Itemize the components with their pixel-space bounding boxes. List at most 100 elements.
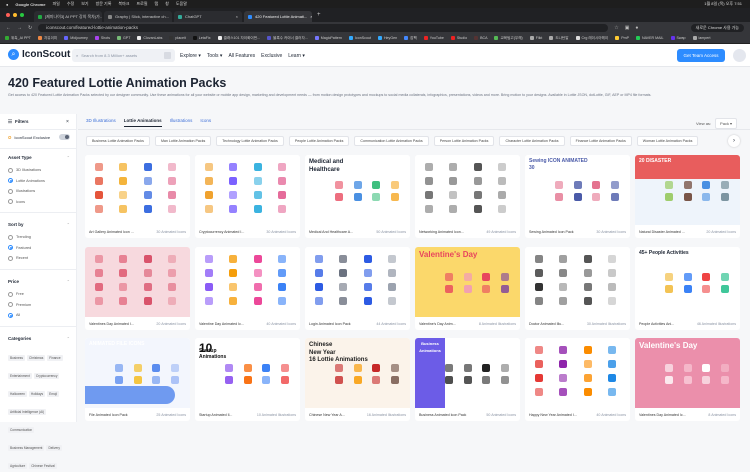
pack-card[interactable]: 10StartupAnimationsStartup Animated Il..…	[195, 338, 300, 421]
pack-thumbnail[interactable]	[525, 247, 630, 317]
os-menu-item[interactable]: Google Chrome	[15, 2, 45, 7]
pack-thumbnail[interactable]: ANIMATED FILE ICONS	[85, 338, 190, 408]
category-tag[interactable]: Christmas	[27, 355, 45, 361]
category-tag[interactable]: Communication	[8, 427, 34, 433]
pack-title[interactable]: Art Gallery Animated Icon ...	[89, 230, 134, 234]
bookmark-item[interactable]: Swap	[671, 36, 686, 40]
category-tag[interactable]: Artificial Intelligence (AI)	[8, 409, 46, 415]
bookmark-item[interactable]: HeyGen	[378, 36, 397, 40]
bookmark-item[interactable]: PmP	[615, 36, 629, 40]
category-chip[interactable]: Finance Lottie Animation Packs	[570, 136, 632, 146]
profile-icon[interactable]: ●	[635, 25, 638, 31]
os-menu-item[interactable]: 창	[165, 1, 169, 7]
bookmark-item[interactable]: BCA	[474, 36, 487, 40]
pack-title[interactable]: Natural Disaster Animated ...	[639, 230, 685, 234]
pack-title[interactable]: Login Animated Icon Pack	[309, 322, 351, 326]
category-chip[interactable]: People Lottie Animation Packs	[289, 136, 350, 146]
radio-button[interactable]	[8, 189, 13, 194]
bookmark-item[interactable]: GPT	[117, 36, 130, 40]
bookmark-item[interactable]: Flikt	[530, 36, 543, 40]
pack-card[interactable]: Valentine's DayValentine's Day Anim...8 …	[415, 247, 520, 330]
search-input[interactable]: ⌕Search from 8.3 Million+ assets	[72, 49, 175, 62]
radio-button[interactable]	[8, 302, 13, 307]
pack-thumbnail[interactable]	[85, 247, 190, 317]
pack-thumbnail[interactable]	[85, 155, 190, 225]
pack-title[interactable]: Medical And Healthcare A...	[309, 230, 353, 234]
nav-item[interactable]: All Features	[228, 53, 255, 59]
pack-card[interactable]: Doctor Animated Illu...30 Animated Illus…	[525, 247, 630, 330]
pack-thumbnail[interactable]: BusinessAnimations	[415, 338, 520, 408]
pack-thumbnail[interactable]	[195, 247, 300, 317]
pack-card[interactable]: Happy New Year Animated I...40 Animated …	[525, 338, 630, 421]
pack-card[interactable]: Art Gallery Animated Icon ...30 Animated…	[85, 155, 190, 238]
category-chip[interactable]: Man Lottie Animation Packs	[155, 136, 211, 146]
pack-card[interactable]: ANIMATED FILE ICONSFile Animated Icon Pa…	[85, 338, 190, 421]
tab-icons[interactable]: Icons	[200, 118, 211, 127]
pack-card[interactable]: Valentine Day Animated Ic...40 Animated …	[195, 247, 300, 330]
pack-card[interactable]: Medical andHealthcareMedical And Healthc…	[305, 155, 410, 238]
os-menu-item[interactable]: 보기	[81, 1, 88, 7]
radio-button[interactable]	[8, 199, 13, 204]
pack-title[interactable]: Networking Animated Icon...	[419, 230, 464, 234]
nav-item[interactable]: Tools ▾	[207, 53, 223, 59]
new-tab-icon[interactable]: +	[317, 12, 321, 18]
pack-title[interactable]: Cryptocurrency Animated I...	[199, 230, 244, 234]
bookmark-item[interactable]: Shots	[95, 36, 110, 40]
pack-card[interactable]: Cryptocurrency Animated I...30 Animated …	[195, 155, 300, 238]
pack-thumbnail[interactable]: 45+ People Activities	[635, 247, 740, 317]
pack-card[interactable]: 20 DISASTER Natural Disaster Animated ...…	[635, 155, 740, 238]
window-controls[interactable]	[6, 13, 24, 17]
chips-next-button[interactable]: ›	[728, 135, 740, 147]
avatar[interactable]	[733, 49, 746, 62]
extensions-icon[interactable]: ▣	[625, 25, 630, 31]
browser-tab[interactable]: ChatGPT×	[174, 11, 242, 22]
radio-option[interactable]: Recent	[8, 253, 70, 264]
pack-thumbnail[interactable]: ChineseNew Year16 Lottie Animations	[305, 338, 410, 408]
pack-card[interactable]: Valentine's DayValentines Day Animated I…	[635, 338, 740, 421]
radio-option[interactable]: Icons	[8, 197, 70, 208]
pack-thumbnail[interactable]: Sewing ICON ANIMATED30	[525, 155, 630, 225]
radio-button[interactable]	[8, 245, 13, 250]
pack-title[interactable]: Startup Animated Il...	[199, 413, 232, 417]
radio-option[interactable]: Illustrations	[8, 186, 70, 197]
bookmark-item[interactable]: MagicPattern	[315, 36, 342, 40]
bookmark-item[interactable]: 교육팀고(우헤)	[494, 36, 522, 41]
bookmark-item[interactable]: Crg 레이시아헤이	[576, 36, 609, 41]
browser-tab[interactable]: [제미나이3] AI PPT 강의 목차(가...×	[34, 11, 102, 22]
pack-thumbnail[interactable]: Valentine's Day	[635, 338, 740, 408]
pack-card[interactable]: Valentines Day Animated I...20 Animated …	[85, 247, 190, 330]
close-filters-icon[interactable]: ×	[66, 119, 69, 125]
forward-icon[interactable]: →	[17, 25, 22, 31]
pack-card[interactable]: ChineseNew Year16 Lottie AnimationsChine…	[305, 338, 410, 421]
bookmark-item[interactable]: 블록수 카이너 클러자...	[267, 36, 308, 41]
category-chip[interactable]: Person Lottie Animation Packs	[434, 136, 495, 146]
category-tag[interactable]: Chinese Festival	[29, 463, 57, 469]
close-tab-icon[interactable]: ×	[236, 14, 238, 19]
view-as-select[interactable]: Pack ▾	[715, 118, 737, 129]
pack-thumbnail[interactable]	[305, 247, 410, 317]
category-tag[interactable]: Entertainment	[8, 373, 32, 379]
pack-title[interactable]: People Activities Ani...	[639, 322, 674, 326]
os-menu-item[interactable]: 도움말	[176, 1, 187, 7]
pack-thumbnail[interactable]	[415, 155, 520, 225]
pack-title[interactable]: Valentines Day Animated I...	[89, 322, 134, 326]
radio-option[interactable]: Premium	[8, 300, 70, 311]
pack-thumbnail[interactable]	[525, 338, 630, 408]
pack-thumbnail[interactable]: 20 DISASTER	[635, 155, 740, 225]
os-menu-item[interactable]: 파일	[52, 1, 59, 7]
bookmark-item[interactable]: 도나턴말	[549, 36, 568, 41]
pack-title[interactable]: Doctor Animated Illu...	[529, 322, 564, 326]
nav-item[interactable]: Learn ▾	[288, 53, 305, 59]
chevron-up-icon[interactable]: ⌃	[67, 222, 70, 227]
bookmark-item[interactable]: Studio	[451, 36, 467, 40]
tab-illustrations[interactable]: Illustrations	[170, 118, 193, 127]
pack-title[interactable]: Business Animated Icon Pack	[419, 413, 466, 417]
iconscout-logo[interactable]: ⌕IconScout	[8, 49, 70, 60]
category-chip[interactable]: Technology Lottie Animation Packs	[216, 136, 284, 146]
pack-card[interactable]: BusinessAnimations Business Animated Icon…	[415, 338, 520, 421]
radio-option[interactable]: Trending	[8, 232, 70, 243]
nav-item[interactable]: Explore ▾	[180, 53, 201, 59]
os-menu-item[interactable]: 탭	[155, 1, 159, 7]
category-tag[interactable]: Business Management	[8, 445, 44, 451]
get-team-access-button[interactable]: Get Team Access	[677, 49, 725, 62]
